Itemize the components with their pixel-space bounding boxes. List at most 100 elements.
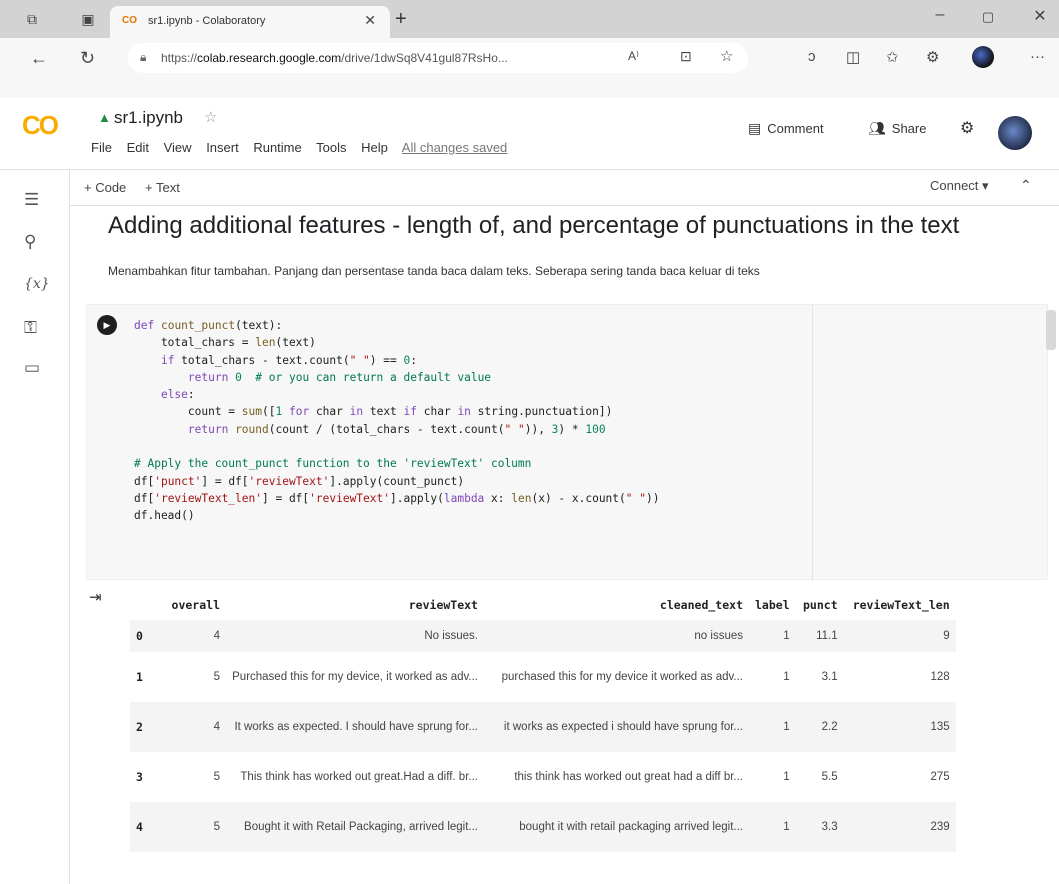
comment-label: Comment	[767, 121, 824, 136]
cell-reviewtext: No issues.	[226, 620, 484, 652]
table-row: 2 4 It works as expected. I should have …	[130, 702, 956, 752]
column-header-punct: punct	[803, 598, 838, 612]
table-row: 3 5 This think has worked out great.Had …	[130, 752, 956, 802]
cell-overall: 5	[213, 671, 220, 683]
comment-button[interactable]: ▤ Comment	[748, 120, 824, 137]
cell-label: 1	[783, 671, 790, 683]
more-icon[interactable]: ···	[1030, 48, 1045, 65]
lock-icon[interactable]: 🔒︎	[140, 50, 146, 65]
cell-label: 1	[749, 620, 796, 652]
add-code-button[interactable]: + Code	[84, 180, 126, 195]
menu-help[interactable]: Help	[361, 140, 388, 155]
row-index: 1	[136, 670, 143, 684]
immersive-reader-icon[interactable]: ⊡	[680, 48, 692, 65]
read-aloud-icon[interactable]: A⁾	[628, 49, 639, 63]
cell-reviewtext: Bought it with Retail Packaging, arrived…	[226, 802, 484, 852]
notebook-title[interactable]: sr1.ipynb	[114, 108, 183, 128]
new-tab-icon[interactable]: +	[395, 8, 407, 31]
menu-bar: File Edit View Insert Runtime Tools Help…	[91, 140, 518, 155]
menu-file[interactable]: File	[91, 140, 112, 155]
cell-reviewtext-len: 135	[843, 702, 956, 752]
favorite-icon[interactable]: ☆	[720, 47, 733, 65]
cell-reviewtext-len: 128	[930, 671, 950, 683]
cell-cleaned-text: no issues	[484, 620, 749, 652]
table-row: 1 5 Purchased this for my device, it wor…	[130, 652, 956, 702]
search-icon[interactable]: ⚲	[24, 232, 36, 252]
notebook-toolbar: + Code + Text Connect ▾ ⌃	[70, 170, 1059, 206]
back-icon[interactable]: ←	[30, 48, 48, 69]
cell-reviewtext-len: 239	[843, 802, 956, 852]
table-row: 0 4 No issues. no issues 1 11.1 9	[130, 620, 956, 652]
comment-icon: ▤	[748, 120, 762, 136]
code-cell[interactable]: ▶ def count_punct(text): total_chars = l…	[86, 304, 1048, 581]
settings-icon[interactable]: ⚙	[960, 118, 974, 138]
column-header-cleaned-text: cleaned_text	[659, 598, 743, 612]
menu-insert[interactable]: Insert	[206, 140, 239, 155]
browser-toolbar: ← ↻ 🔒︎ https://colab.research.google.com…	[0, 38, 1059, 98]
menu-edit[interactable]: Edit	[127, 140, 149, 155]
copilot-icon[interactable]: ↄ	[808, 48, 816, 65]
cell-overall: 5	[213, 771, 220, 783]
menu-tools[interactable]: Tools	[316, 140, 346, 155]
cell-punct: 11.1	[795, 620, 844, 652]
tab-title: sr1.ipynb - Colaboratory	[148, 15, 266, 27]
cell-reviewtext: It works as expected. I should have spru…	[226, 702, 484, 752]
extensions-icon[interactable]: ⚙	[926, 48, 939, 66]
favorites-icon[interactable]: ✩	[886, 48, 899, 66]
maximize-icon[interactable]: ▢	[973, 9, 1003, 25]
star-icon[interactable]: ☆	[204, 108, 217, 126]
drive-icon[interactable]: ▲	[98, 110, 111, 125]
url-text: https://colab.research.google.com/drive/…	[161, 51, 508, 65]
cell-cleaned-text: this think has worked out great had a di…	[514, 771, 743, 783]
markdown-heading: Adding additional features - length of, …	[108, 212, 960, 239]
address-bar[interactable]: 🔒︎ https://colab.research.google.com/dri…	[128, 43, 748, 73]
markdown-subtext: Menambahkan fitur tambahan. Panjang dan …	[108, 264, 760, 278]
table-row: 4 5 Bought it with Retail Packaging, arr…	[130, 802, 956, 852]
collapse-header-icon[interactable]: ⌃	[1020, 177, 1032, 194]
column-header-reviewtext: reviewText	[408, 598, 478, 612]
cell-label: 1	[783, 771, 790, 783]
table-of-contents-icon[interactable]: ☰	[24, 190, 39, 210]
connect-label: Connect	[930, 178, 979, 193]
cell-overall: 4	[162, 702, 226, 752]
connect-button[interactable]: Connect ▾	[930, 178, 989, 194]
code-editor[interactable]: def count_punct(text): total_chars = len…	[134, 317, 659, 525]
share-button[interactable]: 👥︎ Share	[868, 120, 926, 137]
split-screen-icon[interactable]: ◫	[846, 48, 860, 66]
cell-cleaned-text: bought it with retail packaging arrived …	[484, 802, 749, 852]
cell-punct: 3.1	[821, 671, 838, 683]
close-tab-icon[interactable]: ✕	[364, 12, 376, 29]
left-sidebar: ☰ ⚲ {x} ⚿ ▭	[0, 170, 70, 884]
cell-label: 1	[749, 702, 796, 752]
column-header-label: label	[755, 598, 790, 612]
browser-tab[interactable]: CO sr1.ipynb - Colaboratory ✕	[110, 6, 390, 38]
minimize-icon[interactable]: –	[925, 6, 955, 24]
tab-actions-icon[interactable]: ⧉	[24, 11, 40, 27]
row-index: 4	[130, 802, 162, 852]
save-status[interactable]: All changes saved	[402, 140, 508, 155]
menu-runtime[interactable]: Runtime	[253, 140, 301, 155]
menu-view[interactable]: View	[164, 140, 192, 155]
profile-icon[interactable]	[972, 46, 994, 68]
variables-icon[interactable]: {x}	[24, 276, 50, 292]
share-label: Share	[891, 121, 927, 136]
cell-punct: 5.5	[821, 771, 838, 783]
colab-logo[interactable]: CO	[22, 110, 59, 141]
output-actions-icon[interactable]: ⇥	[89, 588, 102, 606]
refresh-icon[interactable]: ↻	[80, 48, 95, 69]
scrollbar-thumb[interactable]	[1046, 310, 1056, 350]
tab-list-icon[interactable]: ▣	[80, 11, 96, 27]
row-index: 0	[130, 620, 162, 652]
user-avatar[interactable]	[998, 116, 1032, 150]
cell-reviewtext: Purchased this for my device, it worked …	[232, 671, 478, 683]
cell-overall: 4	[162, 620, 226, 652]
add-text-button[interactable]: + Text	[145, 180, 180, 195]
cell-label: 1	[749, 802, 796, 852]
run-cell-icon[interactable]: ▶	[97, 315, 117, 335]
cell-cleaned-text: purchased this for my device it worked a…	[501, 671, 743, 683]
close-window-icon[interactable]: ✕	[1025, 6, 1055, 26]
cell-reviewtext: This think has worked out great.Had a di…	[240, 771, 478, 783]
colab-favicon: CO	[122, 15, 137, 26]
files-folder-icon[interactable]: ▭	[24, 358, 40, 378]
secrets-key-icon[interactable]: ⚿	[24, 318, 37, 338]
